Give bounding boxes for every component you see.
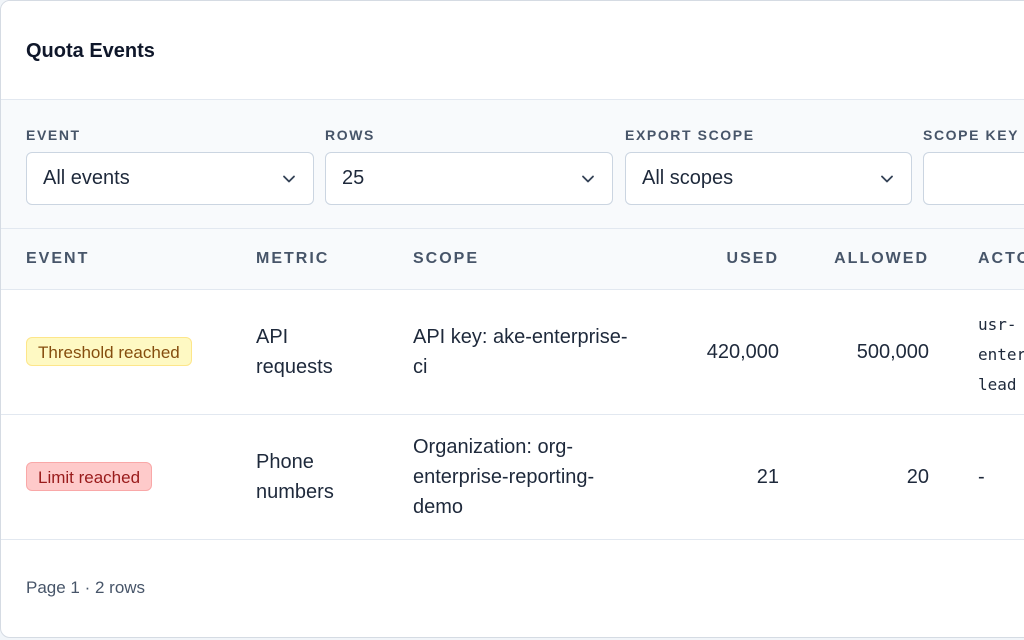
scope-line: Organization: org- — [413, 436, 574, 458]
event-select-value: All events — [43, 167, 130, 189]
column-header-event[interactable]: EVENT — [26, 229, 89, 289]
actor-line: enterprise- — [978, 345, 1024, 364]
column-header-scope[interactable]: SCOPE — [413, 229, 479, 289]
metric-line: requests — [256, 356, 333, 378]
actor-line: lead — [978, 375, 1017, 394]
column-header-used[interactable]: USED — [727, 229, 779, 289]
scope-key-input[interactable] — [923, 152, 1024, 205]
table-row[interactable]: Threshold reached API requests API key: … — [1, 290, 1024, 415]
table-header: EVENT METRIC SCOPE USED ALLOWED ACTOR — [1, 229, 1024, 290]
scope-line: ci — [413, 356, 428, 378]
pagination-summary: Page 1 · 2 rows — [26, 578, 146, 597]
status-badge: Limit reached — [26, 462, 153, 491]
filter-bar: EVENT All events ROWS 25 EXPORT SCOPE Al… — [1, 100, 1024, 229]
event-select[interactable]: All events — [26, 152, 314, 205]
metric-line: API — [256, 326, 289, 348]
used-cell: 420,000 — [706, 341, 779, 363]
chevron-down-icon — [580, 171, 596, 187]
chevron-down-icon — [281, 171, 297, 187]
export-scope-select-value: All scopes — [642, 167, 734, 189]
export-scope-filter: EXPORT SCOPE All scopes — [625, 126, 912, 205]
actor-line: usr- — [978, 315, 1017, 334]
scope-line: API key: ake-enterprise- — [413, 326, 628, 348]
metric-cell: API requests — [256, 322, 333, 382]
scope-cell: Organization: org- enterprise-reporting-… — [413, 432, 594, 522]
event-filter-label: EVENT — [26, 127, 81, 143]
metric-line: numbers — [256, 481, 334, 503]
event-filter: EVENT All events — [26, 126, 314, 205]
used-cell: 21 — [756, 466, 779, 488]
rows-filter-label: ROWS — [325, 127, 375, 143]
allowed-cell: 500,000 — [856, 341, 929, 363]
scope-key-filter-label: SCOPE KEY — [923, 127, 1020, 143]
scope-line: enterprise-reporting- — [413, 466, 595, 488]
allowed-cell: 20 — [906, 466, 929, 488]
export-scope-filter-label: EXPORT SCOPE — [625, 127, 755, 143]
scope-key-filter: SCOPE KEY — [923, 126, 1024, 205]
metric-line: Phone — [256, 451, 314, 473]
rows-filter: ROWS 25 — [325, 126, 613, 205]
rows-select-value: 25 — [342, 167, 365, 189]
table-row[interactable]: Limit reached Phone numbers Organization… — [1, 415, 1024, 540]
panel-title: Quota Events — [26, 39, 155, 62]
quota-events-panel: Quota Events EVENT All events ROWS 25 EX… — [0, 0, 1024, 638]
column-header-allowed[interactable]: ALLOWED — [834, 229, 929, 289]
status-badge: Threshold reached — [26, 337, 192, 366]
column-header-actor[interactable]: ACTOR — [978, 229, 1024, 289]
table-footer: Page 1 · 2 rows — [1, 540, 1024, 637]
column-header-metric[interactable]: METRIC — [256, 229, 329, 289]
scope-line: demo — [413, 496, 464, 518]
rows-select[interactable]: 25 — [325, 152, 613, 205]
actor-cell: usr- enterprise- lead — [978, 310, 1024, 400]
scope-cell: API key: ake-enterprise- ci — [413, 322, 628, 382]
chevron-down-icon — [879, 171, 895, 187]
metric-cell: Phone numbers — [256, 447, 334, 507]
export-scope-select[interactable]: All scopes — [625, 152, 912, 205]
panel-header: Quota Events — [1, 1, 1024, 100]
actor-cell: - — [978, 466, 985, 488]
